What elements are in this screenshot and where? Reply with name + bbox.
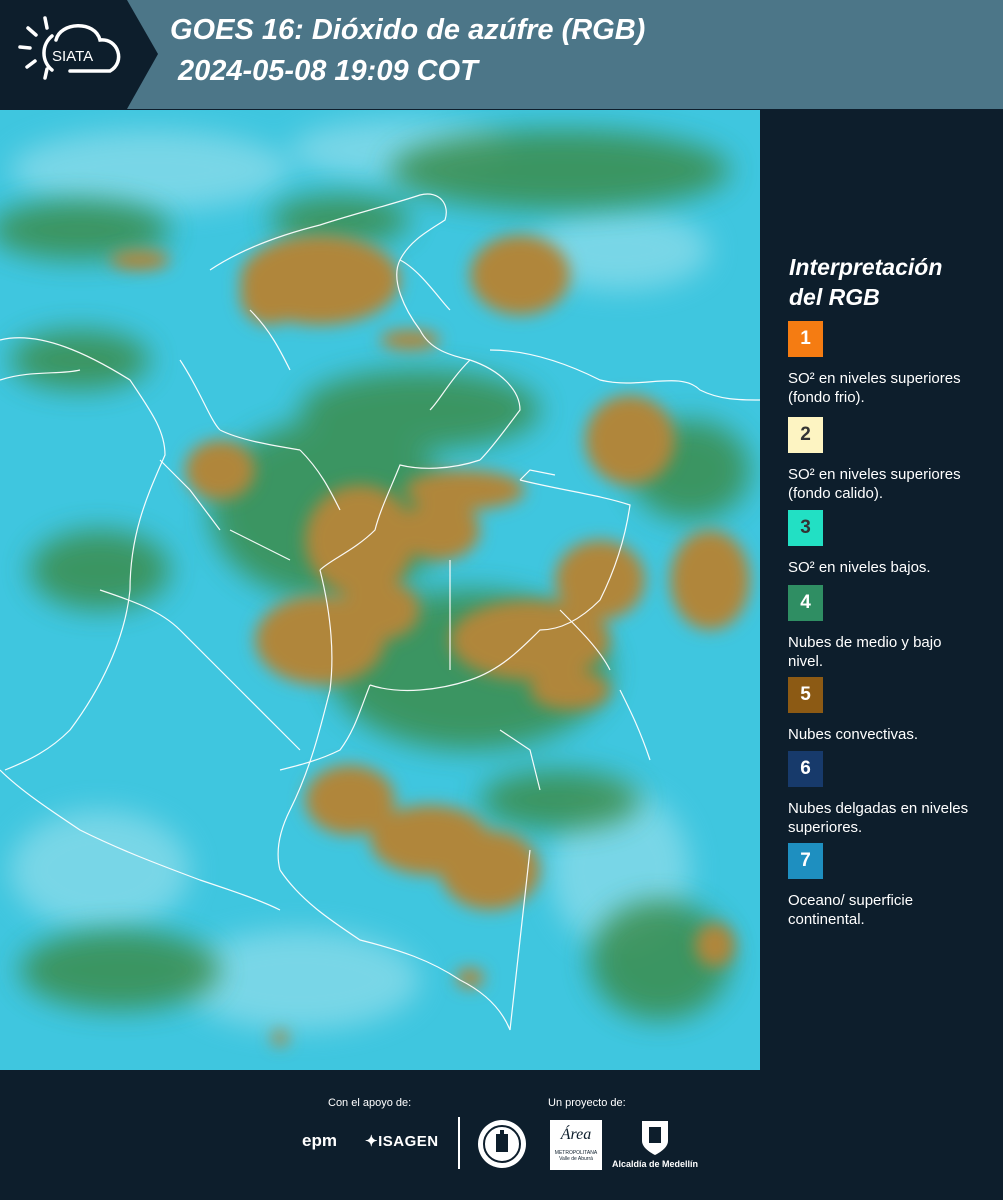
support-label: Con el apoyo de: xyxy=(328,1097,412,1109)
siata-logo: SIATA xyxy=(0,0,158,109)
medellin-seal-icon xyxy=(478,1120,526,1168)
legend-desc-1: SO² en niveles superiores (fondo frio). xyxy=(788,370,961,406)
footer: Con el apoyo de: Un proyecto de: epm ✦IS… xyxy=(0,1070,1003,1200)
legend-item-2: 2 SO² en niveles superiores (fondo calid… xyxy=(788,417,988,503)
legend-desc-5: Nubes convectivas. xyxy=(788,726,919,743)
legend-swatch-6: 6 xyxy=(788,751,823,787)
alcaldia-text: Alcaldía de Medellín xyxy=(612,1159,699,1169)
logo-text: SIATA xyxy=(52,48,93,65)
legend-title: Interpretación del RGB xyxy=(789,252,989,312)
legend-item-7: 7 Oceano/ superficie continental. xyxy=(788,843,988,929)
alcaldia-shield-icon xyxy=(642,1121,668,1155)
satellite-map xyxy=(0,110,760,1070)
legend-title-line2: del RGB xyxy=(789,284,880,310)
legend-item-1: 1 SO² en niveles superiores (fondo frio)… xyxy=(788,321,988,407)
legend-swatch-4: 4 xyxy=(788,585,823,621)
header: SIATA GOES 16: Dióxido de azúfre (RGB) 2… xyxy=(0,0,1003,109)
legend-title-line1: Interpretación xyxy=(789,254,943,280)
isagen-logo: ✦ISAGEN xyxy=(365,1132,439,1150)
legend-desc-2: SO² en niveles superiores (fondo calido)… xyxy=(788,466,961,502)
map-timestamp: 2024-05-08 19:09 COT xyxy=(178,55,478,87)
epm-logo: epm xyxy=(302,1131,337,1150)
legend-swatch-5: 5 xyxy=(788,677,823,713)
project-label: Un proyecto de: xyxy=(548,1097,626,1109)
isagen-text: ISAGEN xyxy=(378,1133,439,1150)
footer-divider xyxy=(458,1117,460,1169)
legend-desc-6: Nubes delgadas en niveles superiores. xyxy=(788,800,969,836)
legend-item-6: 6 Nubes delgadas en niveles superiores. xyxy=(788,751,988,837)
legend-desc-4: Nubes de medio y bajo nivel. xyxy=(788,634,942,670)
area-logo-subtext: METROPOLITANA Valle de Aburrá xyxy=(554,1150,598,1162)
legend-swatch-1: 1 xyxy=(788,321,823,357)
legend-swatch-7: 7 xyxy=(788,843,823,879)
legend-desc-3: SO² en niveles bajos. xyxy=(788,559,931,576)
map-title: GOES 16: Dióxido de azúfre (RGB) xyxy=(170,14,646,46)
isagen-mark-icon: ✦ xyxy=(365,1133,379,1150)
area-metropolitana-logo: Área METROPOLITANA Valle de Aburrá xyxy=(550,1120,602,1170)
legend-swatch-3: 3 xyxy=(788,510,823,546)
legend-panel: Interpretación del RGB 1 SO² en niveles … xyxy=(760,110,1003,1070)
area-logo-text: Área xyxy=(560,1126,592,1143)
legend-item-5: 5 Nubes convectivas. xyxy=(788,677,988,744)
legend-item-4: 4 Nubes de medio y bajo nivel. xyxy=(788,585,988,671)
legend-item-3: 3 SO² en niveles bajos. xyxy=(788,510,988,577)
legend-swatch-2: 2 xyxy=(788,417,823,453)
legend-desc-7: Oceano/ superficie continental. xyxy=(788,892,914,928)
